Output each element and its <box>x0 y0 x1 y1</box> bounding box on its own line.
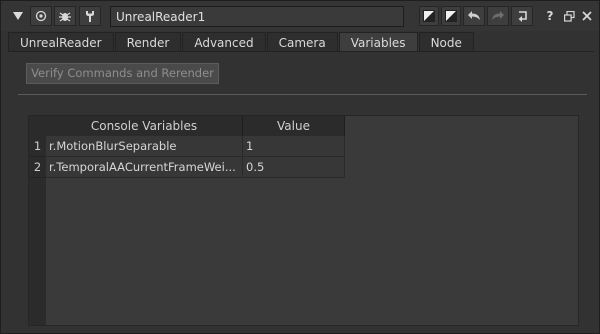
properties-panel: UnrealReader1 ? UnrealReader Render Adva… <box>0 0 600 334</box>
variables-panel: Verify Commands and Rerender Console Var… <box>8 51 594 333</box>
target-icon[interactable] <box>30 6 52 26</box>
row-number[interactable]: 2 <box>29 157 46 178</box>
half-color-icon-2[interactable] <box>441 6 461 26</box>
help-icon[interactable]: ? <box>542 8 558 24</box>
close-icon[interactable] <box>579 8 595 24</box>
redo-icon[interactable] <box>487 6 509 26</box>
title-bar: UnrealReader1 ? <box>1 1 599 31</box>
wrench-icon[interactable] <box>79 6 101 26</box>
triangle-down-icon[interactable] <box>10 8 26 24</box>
tab-camera[interactable]: Camera <box>266 32 338 51</box>
float-icon[interactable] <box>561 8 577 24</box>
table-cell-value[interactable]: 0.5 <box>243 157 345 178</box>
tab-variables[interactable]: Variables <box>338 32 418 52</box>
bug-icon[interactable] <box>54 6 76 26</box>
header-console-variables[interactable]: Console Variables <box>46 116 243 136</box>
table-cell-value[interactable]: 1 <box>243 136 345 157</box>
table-cell-variable[interactable]: r.TemporalAACurrentFrameWei... <box>46 157 243 178</box>
tab-bar: UnrealReader Render Advanced Camera Vari… <box>8 32 475 52</box>
table-cell-variable[interactable]: r.MotionBlurSeparable <box>46 136 243 157</box>
half-color-icon[interactable] <box>419 6 439 26</box>
node-name-field[interactable]: UnrealReader1 <box>110 6 404 27</box>
console-variables-table[interactable]: Console Variables Value 1 r.MotionBlurSe… <box>28 115 579 326</box>
tab-unrealreader[interactable]: UnrealReader <box>8 32 114 51</box>
tab-advanced[interactable]: Advanced <box>182 32 266 51</box>
header-value[interactable]: Value <box>243 116 345 136</box>
divider <box>18 94 587 95</box>
tab-render[interactable]: Render <box>114 32 182 51</box>
undo-icon[interactable] <box>463 6 485 26</box>
row-number[interactable]: 1 <box>29 136 46 157</box>
verify-commands-button[interactable]: Verify Commands and Rerender <box>26 63 219 84</box>
tab-node[interactable]: Node <box>418 32 474 51</box>
revert-icon[interactable] <box>511 6 533 26</box>
